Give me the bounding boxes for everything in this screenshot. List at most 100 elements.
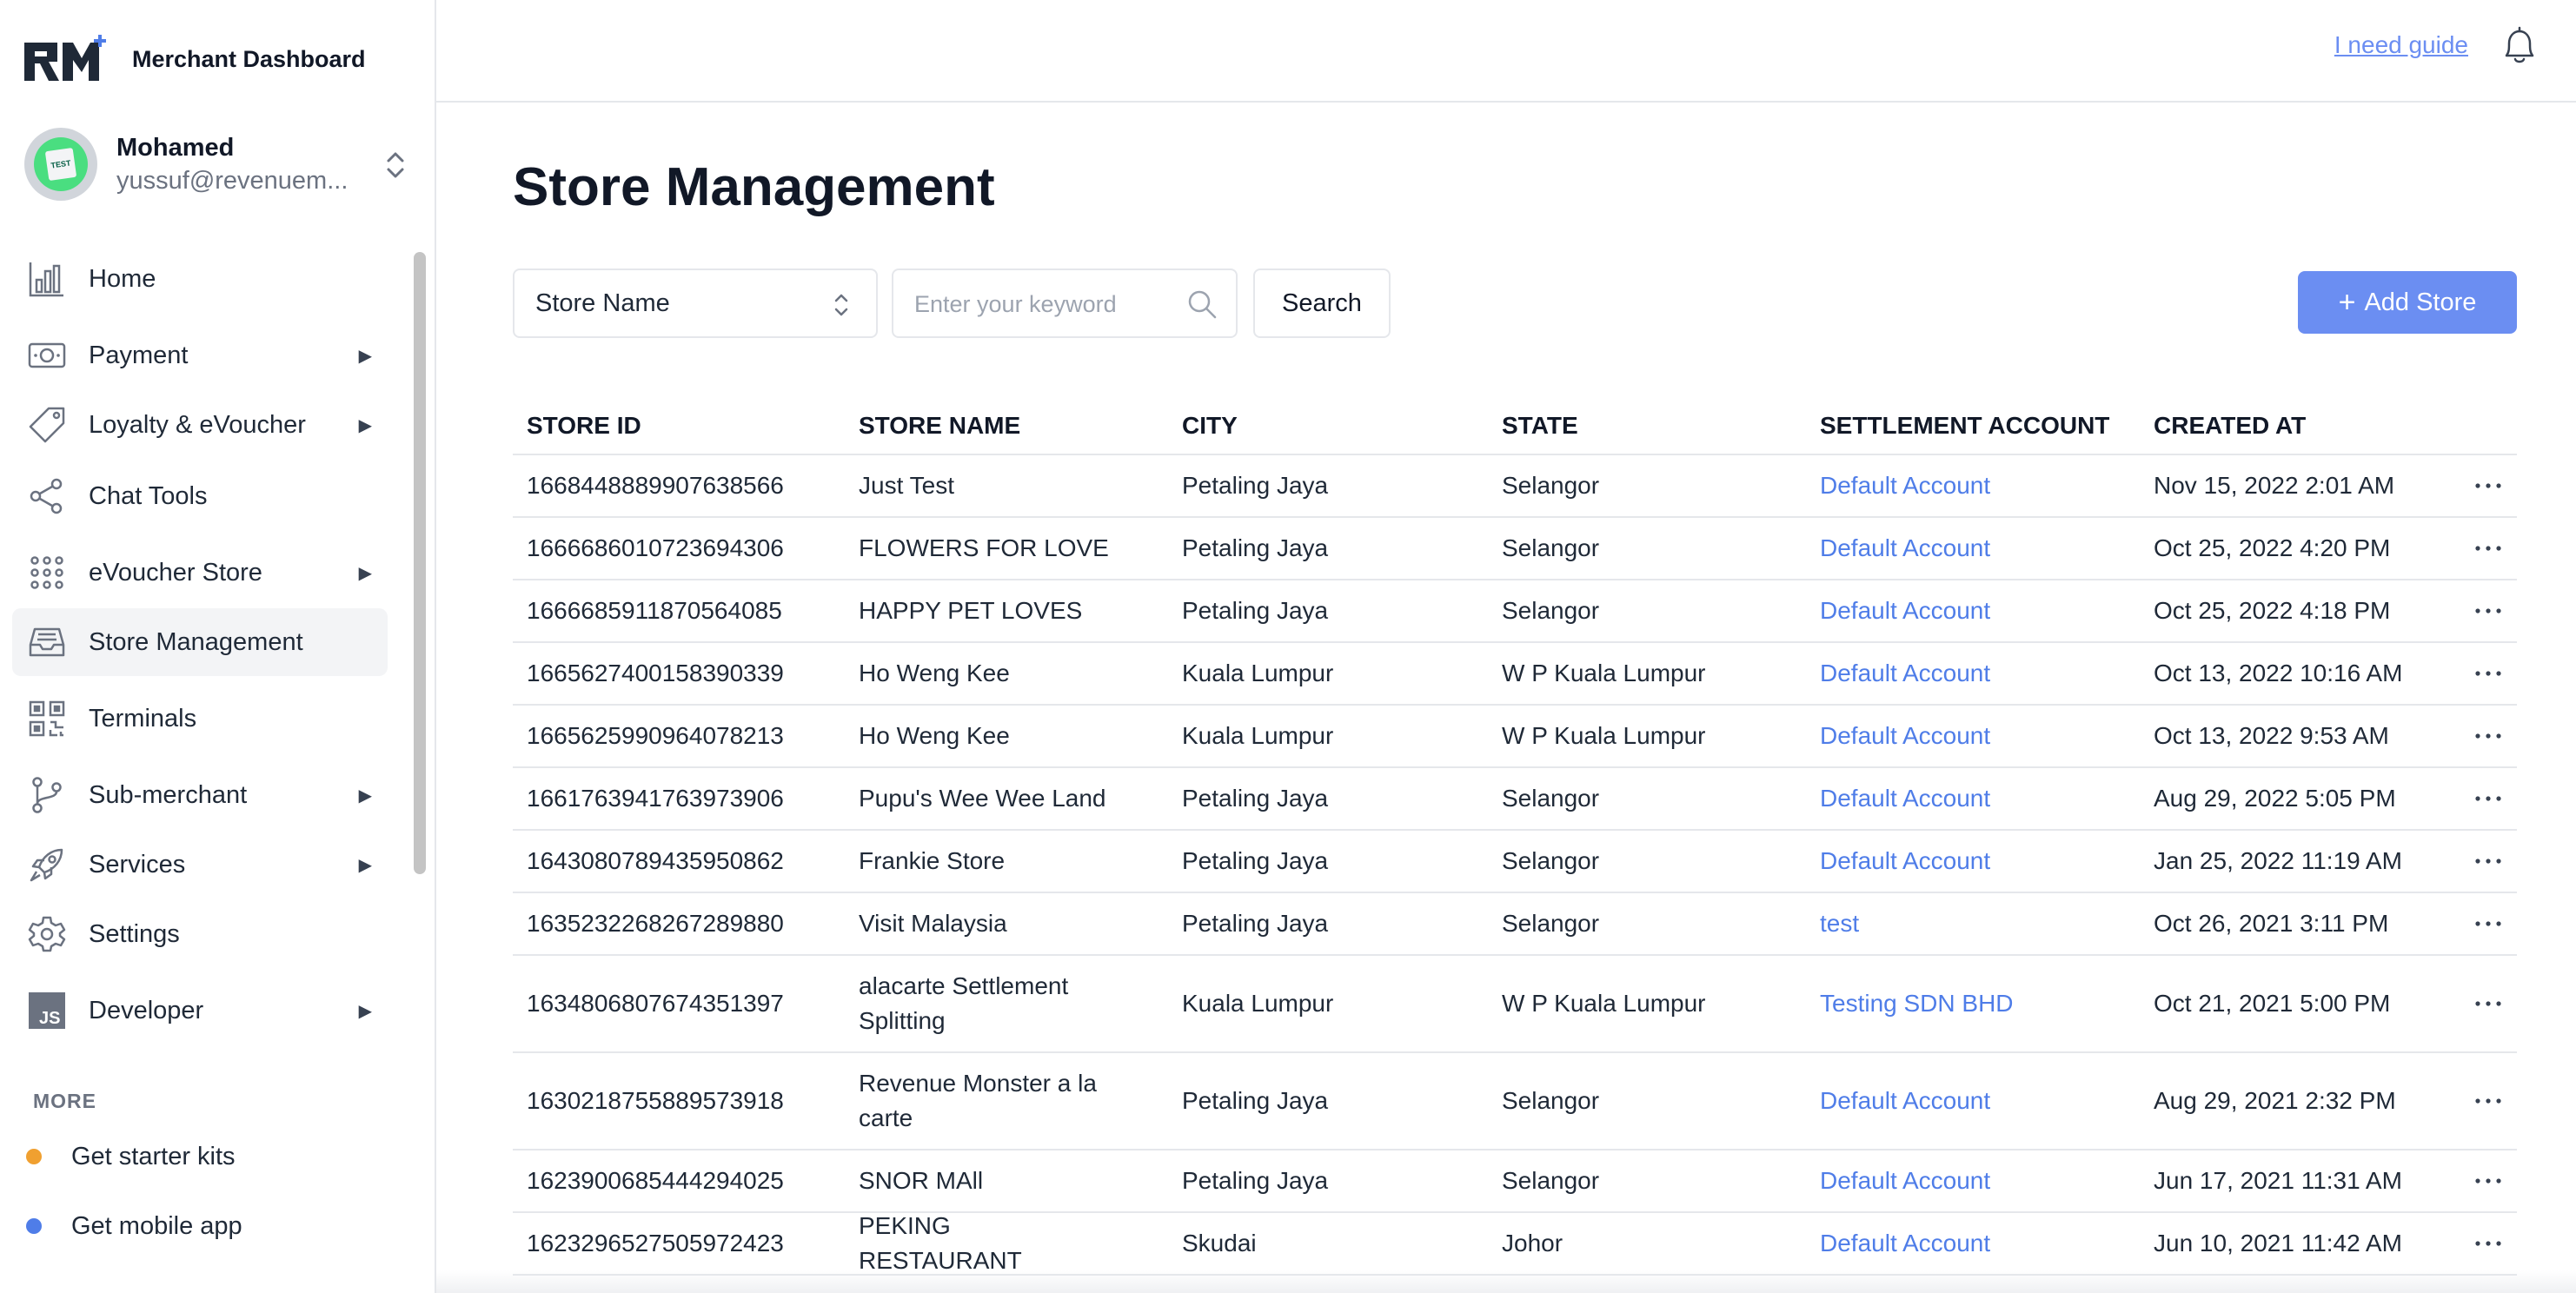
cell-city: Petaling Jaya	[1182, 785, 1329, 812]
cell-store-id: 1668448889907638566	[527, 472, 784, 499]
cell-state: W P Kuala Lumpur	[1502, 990, 1706, 1017]
sidebar-item-terminals[interactable]: Terminals	[12, 685, 388, 753]
sidebar-scrollbar[interactable]	[414, 252, 426, 874]
sidebar-item-label: eVoucher Store	[89, 558, 262, 587]
add-store-label: Add Store	[2364, 288, 2477, 316]
more-options-icon[interactable]	[2473, 1096, 2503, 1106]
cell-store-name: Frankie Store	[859, 847, 1006, 874]
sidebar-item-label: Chat Tools	[89, 481, 208, 510]
sidebar-item-developer[interactable]: JS Developer ▶	[12, 977, 388, 1044]
sidebar-item-store-management[interactable]: Store Management	[12, 608, 388, 676]
more-item-mobile-app[interactable]: Get mobile app	[26, 1204, 242, 1248]
settlement-account-link[interactable]: Default Account	[1820, 1084, 1990, 1118]
more-options-icon[interactable]	[2473, 481, 2503, 491]
settlement-account-link[interactable]: Testing SDN BHD	[1820, 986, 2014, 1021]
search-input[interactable]	[914, 286, 1175, 322]
table-row[interactable]: 1623900685444294025 SNOR MAll Petaling Jay…	[513, 1150, 2517, 1213]
more-options-icon[interactable]	[2473, 793, 2503, 804]
table-row[interactable]: 1630218755889573918 Revenue Monster a la …	[513, 1053, 2517, 1150]
sidebar-item-home[interactable]: Home	[12, 245, 388, 313]
settlement-account-link[interactable]: Default Account	[1820, 531, 1990, 566]
table-row[interactable]: 1666686010723694306 FLOWERS FOR LOVE Petal…	[513, 518, 2517, 580]
chevron-up-down-icon[interactable]	[384, 148, 407, 182]
bell-icon[interactable]	[2500, 24, 2539, 68]
rm-logo-icon	[24, 35, 106, 81]
cell-store-id: 1665625990964078213	[527, 722, 784, 749]
chevron-up-down-icon	[834, 294, 848, 316]
sidebar-item-settings[interactable]: Settings	[12, 900, 388, 968]
cell-store-name: Revenue Monster a la carte	[859, 1070, 1097, 1131]
search-button[interactable]: Search	[1253, 269, 1391, 338]
sidebar-item-label: Sub-merchant	[89, 780, 248, 809]
page-title: Store Management	[513, 157, 995, 217]
caret-right-icon: ▶	[358, 786, 372, 806]
account-email: yussuf@revenuem...	[116, 167, 349, 195]
more-options-icon[interactable]	[2473, 856, 2503, 866]
brand[interactable]: Merchant Dashboard	[24, 33, 366, 85]
sidebar-item-label: Developer	[89, 996, 204, 1024]
table-row[interactable]: 1623296527505972423 PEKING RESTAURANT Skud…	[513, 1212, 2517, 1276]
cell-city: Kuala Lumpur	[1182, 990, 1334, 1017]
more-options-icon[interactable]	[2473, 731, 2503, 741]
account-switcher[interactable]: TEST Mohamed yussuf@revenuem...	[24, 127, 407, 202]
sidebar-item-sub-merchant[interactable]: Sub-merchant ▶	[12, 761, 388, 829]
table-header: STORE ID STORE NAME CITY STATE SETTLEMEN…	[513, 393, 2517, 455]
tag-icon	[26, 404, 68, 446]
column-header-settlement-account[interactable]: SETTLEMENT ACCOUNT	[1820, 412, 2109, 440]
cell-created-at: Jun 17, 2021 11:31 AM	[2154, 1167, 2402, 1194]
more-item-starter-kits[interactable]: Get starter kits	[26, 1135, 236, 1178]
more-options-icon[interactable]	[2473, 1238, 2503, 1249]
column-header-state[interactable]: STATE	[1502, 412, 1578, 440]
settlement-account-link[interactable]: Default Account	[1820, 593, 1990, 628]
cell-city: Skudai	[1182, 1230, 1257, 1257]
cell-store-name: Ho Weng Kee	[859, 722, 1010, 749]
table-row[interactable]: 1634806807674351397 alacarte Settlement S…	[513, 956, 2517, 1053]
column-header-created-at[interactable]: CREATED AT	[2154, 412, 2306, 440]
add-store-button[interactable]: + Add Store	[2298, 271, 2517, 334]
settlement-account-link[interactable]: Default Account	[1820, 719, 1990, 753]
column-header-city[interactable]: CITY	[1182, 412, 1238, 440]
cell-created-at: Aug 29, 2022 5:05 PM	[2154, 785, 2396, 812]
settlement-account-link[interactable]: Default Account	[1820, 844, 1990, 879]
column-header-store-id[interactable]: STORE ID	[527, 412, 641, 440]
qr-code-icon	[26, 698, 68, 739]
search-field[interactable]	[892, 269, 1238, 338]
table-body: 1668448889907638566 Just Test Petaling Jay…	[513, 455, 2517, 1276]
table-row[interactable]: 1643080789435950862 Frankie Store Petaling…	[513, 831, 2517, 893]
more-options-icon[interactable]	[2473, 998, 2503, 1009]
caret-right-icon: ▶	[358, 563, 372, 583]
settlement-account-link[interactable]: Default Account	[1820, 1226, 1990, 1261]
guide-link[interactable]: I need guide	[2334, 31, 2468, 59]
sidebar-item-evoucher-store[interactable]: eVoucher Store ▶	[12, 539, 388, 607]
more-options-icon[interactable]	[2473, 668, 2503, 679]
cell-store-name: Just Test	[859, 472, 954, 499]
more-options-icon[interactable]	[2473, 543, 2503, 554]
table-row[interactable]: 1666685911870564085 HAPPY PET LOVES Petali…	[513, 580, 2517, 643]
table-row[interactable]: 1635232268267289880 Visit Malaysia Petalin…	[513, 893, 2517, 956]
sidebar-item-services[interactable]: Services ▶	[12, 831, 388, 898]
table-row[interactable]: 1661763941763973906 Pupu's Wee Wee Land Pe…	[513, 768, 2517, 831]
more-options-icon[interactable]	[2473, 1176, 2503, 1186]
cell-created-at: Oct 21, 2021 5:00 PM	[2154, 990, 2391, 1017]
settlement-account-link[interactable]: Default Account	[1820, 1164, 1990, 1198]
settlement-account-link[interactable]: test	[1820, 906, 1859, 941]
table-row[interactable]: 1665627400158390339 Ho Weng Kee Kuala Lump…	[513, 643, 2517, 706]
settlement-account-link[interactable]: Default Account	[1820, 468, 1990, 503]
column-header-store-name[interactable]: STORE NAME	[859, 412, 1020, 440]
filter-field-select[interactable]: Store Name	[513, 269, 878, 338]
table-row[interactable]: 1665625990964078213 Ho Weng Kee Kuala Lump…	[513, 706, 2517, 768]
settlement-account-link[interactable]: Default Account	[1820, 656, 1990, 691]
cell-store-id: 1635232268267289880	[527, 910, 784, 937]
table-row[interactable]: 1668448889907638566 Just Test Petaling Jay…	[513, 455, 2517, 518]
sidebar-item-payment[interactable]: Payment ▶	[12, 322, 388, 389]
more-options-icon[interactable]	[2473, 606, 2503, 616]
stores-table: STORE ID STORE NAME CITY STATE SETTLEMEN…	[513, 393, 2517, 1276]
search-icon[interactable]	[1185, 288, 1218, 321]
settlement-account-link[interactable]: Default Account	[1820, 781, 1990, 816]
sidebar-item-loyalty[interactable]: Loyalty & eVoucher ▶	[12, 391, 388, 459]
more-options-icon[interactable]	[2473, 918, 2503, 929]
sidebar-item-chat-tools[interactable]: Chat Tools	[12, 462, 388, 530]
more-section-title: MORE	[33, 1090, 96, 1112]
filter-select-value: Store Name	[535, 288, 670, 317]
cell-state: Johor	[1502, 1230, 1564, 1257]
